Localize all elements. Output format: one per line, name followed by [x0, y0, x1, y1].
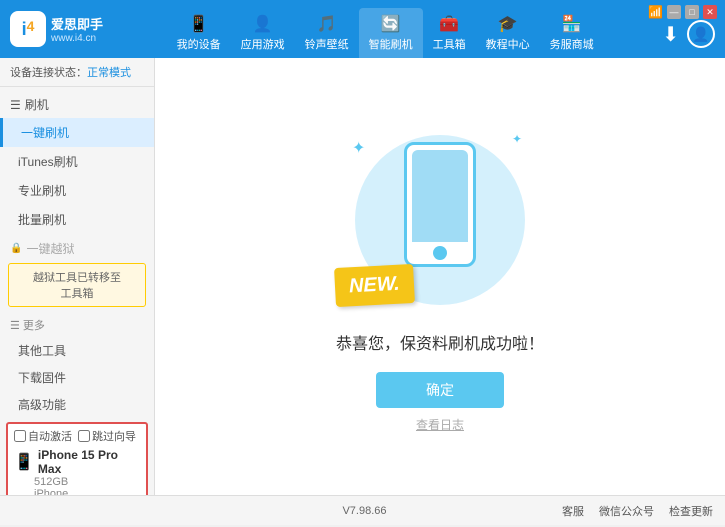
logo-icon: i 4: [10, 11, 46, 47]
device-status: 设备连接状态：正常模式: [0, 58, 154, 87]
jailbreak-header: 🔒 一键越狱: [0, 236, 154, 261]
maximize-button[interactable]: □: [685, 5, 699, 19]
nav-item-apps[interactable]: 👤 应用游戏: [231, 8, 295, 58]
sidebar-item-batch-flash[interactable]: 批量刷机: [0, 205, 154, 234]
sidebar: 设备连接状态：正常模式 ☰ 刷机 一键刷机 iTunes刷机 专业刷机 批量刷机…: [0, 58, 155, 495]
download-icon[interactable]: ⬇: [662, 22, 679, 47]
nav-item-ringtones[interactable]: 🎵 铃声壁纸: [295, 8, 359, 58]
nav-bar: 📱 我的设备 👤 应用游戏 🎵 铃声壁纸 🔄 智能刷机 🧰 工具箱 🎓 教程中心…: [118, 8, 652, 58]
nav-item-smart-flash[interactable]: 🔄 智能刷机: [359, 8, 423, 58]
sparkle-icon-1: ✦: [352, 138, 365, 158]
logo-text: 爱思即手 www.i4.cn: [51, 14, 103, 44]
sidebar-item-one-click-flash[interactable]: 一键刷机: [0, 118, 154, 147]
phone-shape: [404, 142, 476, 267]
sidebar-item-pro-flash[interactable]: 专业刷机: [0, 176, 154, 205]
more-section: ☰ 更多 其他工具 下载固件 高级功能: [0, 313, 154, 418]
device-storage: 512GB: [14, 476, 140, 488]
sidebar-item-advanced[interactable]: 高级功能: [0, 391, 154, 418]
device-section: 自动激活 跳过向导 📱 iPhone 15 Pro Max 512GB iPho…: [6, 422, 148, 495]
auto-activate-label[interactable]: 自动激活: [14, 428, 72, 444]
minimize-button[interactable]: —: [667, 5, 681, 19]
auto-activate-checkbox[interactable]: [14, 430, 26, 442]
sidebar-item-download-firmware[interactable]: 下载固件: [0, 364, 154, 391]
nav-item-service[interactable]: 🏪 务服商城: [540, 8, 604, 58]
success-illustration: ✦ ✦ ✦ NEW.: [330, 120, 550, 320]
header: 📶 — □ ✕ i 4 爱思即手 www.i4.cn 📱 我的设备 👤 应用游戏…: [0, 0, 725, 58]
footer-update-link[interactable]: 检查更新: [669, 503, 713, 519]
close-button[interactable]: ✕: [703, 5, 717, 19]
device-type: iPhone: [14, 488, 140, 495]
footer: V7.98.66 客服 微信公众号 检查更新: [0, 495, 725, 525]
footer-links: 客服 微信公众号 检查更新: [562, 503, 713, 519]
device-name: iPhone 15 Pro Max: [38, 448, 140, 476]
user-icon[interactable]: 👤: [687, 20, 715, 48]
main-content: ✦ ✦ ✦ NEW. 恭喜您，保资料刷机成功啦！ 确定 查看日志: [155, 58, 725, 495]
sidebar-item-itunes-flash[interactable]: iTunes刷机: [0, 147, 154, 176]
footer-wechat-link[interactable]: 微信公众号: [599, 503, 654, 519]
flash-section: ☰ 刷机 一键刷机 iTunes刷机 专业刷机 批量刷机: [0, 91, 154, 234]
view-log-link[interactable]: 查看日志: [416, 416, 464, 433]
footer-support-link[interactable]: 客服: [562, 503, 584, 519]
jailbreak-section: 🔒 一键越狱 越狱工具已转移至 工具箱: [0, 236, 154, 309]
window-controls: 📶 — □ ✕: [648, 5, 717, 19]
new-badge: NEW.: [334, 264, 415, 307]
device-info-row: 📱 iPhone 15 Pro Max: [14, 448, 140, 476]
sparkle-icon-2: ✦: [512, 132, 522, 146]
more-section-header: ☰ 更多: [0, 313, 154, 337]
footer-version: V7.98.66: [167, 505, 562, 517]
device-checkboxes: 自动激活 跳过向导: [14, 428, 140, 444]
wifi-icon: 📶: [648, 5, 663, 19]
guide-activation-checkbox[interactable]: [78, 430, 90, 442]
header-right-actions: ⬇ 👤: [662, 20, 715, 48]
flash-section-header: ☰ 刷机: [0, 91, 154, 118]
sidebar-item-other-tools[interactable]: 其他工具: [0, 337, 154, 364]
logo: i 4 爱思即手 www.i4.cn: [10, 11, 103, 47]
guide-activation-label[interactable]: 跳过向导: [78, 428, 136, 444]
confirm-button[interactable]: 确定: [376, 372, 504, 408]
nav-item-toolbox[interactable]: 🧰 工具箱: [423, 8, 476, 58]
jailbreak-notice: 越狱工具已转移至 工具箱: [8, 263, 146, 307]
nav-item-tutorial[interactable]: 🎓 教程中心: [476, 8, 540, 58]
success-text: 恭喜您，保资料刷机成功啦！: [336, 330, 544, 354]
nav-item-my-device[interactable]: 📱 我的设备: [167, 8, 231, 58]
device-phone-icon: 📱: [14, 452, 34, 472]
